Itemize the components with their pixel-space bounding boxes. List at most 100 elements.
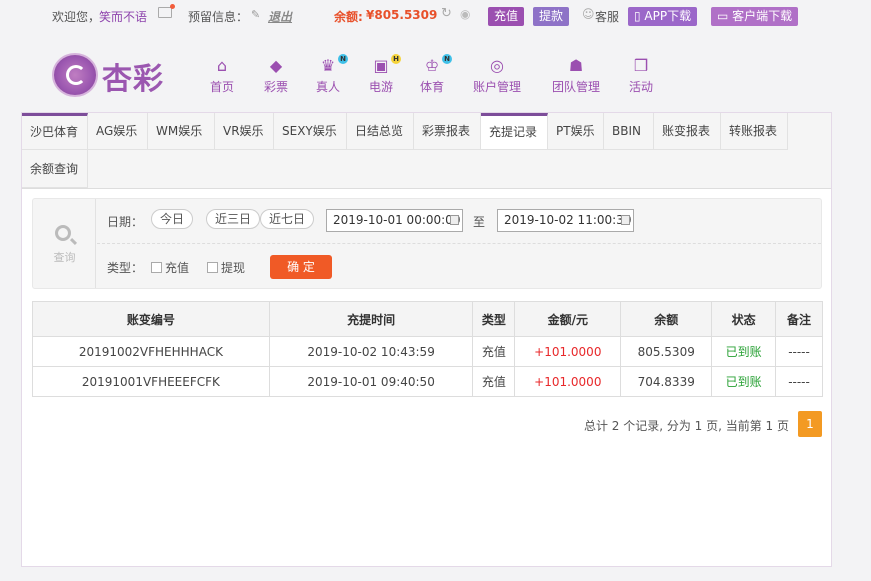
- to-label: 至: [473, 215, 486, 229]
- cell-type: 充值: [472, 336, 516, 367]
- type-filter-row: 类型： 充值 提现 确 定: [97, 245, 821, 288]
- cell-amount: +101.0000: [514, 366, 622, 397]
- app-download-button[interactable]: ▯ APP下载: [628, 7, 698, 26]
- report-panel: 沙巴体育 AG娱乐 WM娱乐 VR娱乐 SEXY娱乐 日结总览 彩票报表 充提记…: [21, 112, 832, 567]
- search-icon: [55, 225, 71, 241]
- app-download-label: APP下载: [644, 9, 692, 23]
- nav-lottery[interactable]: ◆ 彩票: [264, 56, 288, 95]
- table-row: 20191002VFHEHHHACK 2019-10-02 10:43:59 充…: [32, 336, 823, 367]
- cell-status: 已到账: [711, 336, 777, 367]
- cell-status: 已到账: [711, 366, 777, 397]
- home-icon: ⌂: [216, 56, 228, 75]
- tab-sexy[interactable]: SEXY娱乐: [274, 113, 347, 150]
- end-date-value: 2019-10-02 11:00:30: [504, 213, 632, 227]
- pagination-summary: 总计 2 个记录, 分为 1 页, 当前第 1 页: [583, 419, 789, 433]
- nav-sports-label: 体育: [420, 80, 445, 94]
- col-header-status: 状态: [711, 301, 777, 337]
- tab-account-change-report[interactable]: 账变报表: [654, 113, 721, 150]
- deposit-checkbox[interactable]: 充值: [151, 259, 189, 276]
- customer-service-link[interactable]: 客服: [595, 8, 619, 25]
- tab-lottery-report[interactable]: 彩票报表: [414, 113, 481, 150]
- nav-team[interactable]: ☗ 团队管理: [552, 56, 600, 95]
- cell-balance: 704.8339: [620, 366, 713, 397]
- deposit-checkbox-label: 充值: [165, 261, 190, 275]
- phone-icon: ▯: [634, 9, 645, 23]
- monitor-icon: ▭: [717, 9, 733, 23]
- logo-text[interactable]: 杏彩: [102, 54, 164, 98]
- tab-ag[interactable]: AG娱乐: [88, 113, 148, 150]
- live-dealer-icon: ♛ N: [316, 54, 349, 76]
- tab-saba-sports[interactable]: 沙巴体育: [22, 113, 88, 150]
- tab-transfer-report[interactable]: 转账报表: [721, 113, 788, 150]
- table-row: 20191001VFHEEEFCFK 2019-10-01 09:40:50 充…: [32, 366, 823, 397]
- edit-icon[interactable]: ✎: [251, 8, 260, 21]
- tab-vr[interactable]: VR娱乐: [215, 113, 274, 150]
- tab-bbin[interactable]: BBIN: [604, 113, 654, 150]
- hot-badge: H: [391, 54, 402, 64]
- confirm-button[interactable]: 确 定: [270, 255, 332, 279]
- withdraw-button[interactable]: 提款: [533, 7, 570, 26]
- tab-deposit-withdraw-records[interactable]: 充提记录: [481, 113, 548, 150]
- cell-amount: +101.0000: [514, 336, 622, 367]
- logo-icon[interactable]: [52, 53, 98, 97]
- deposit-button[interactable]: 充值: [488, 7, 525, 26]
- nav-home[interactable]: ⌂ 首页: [210, 56, 234, 95]
- last-7-days-button[interactable]: 近七日: [260, 209, 315, 229]
- cell-balance: 805.5309: [620, 336, 713, 367]
- nav-account[interactable]: ◎ 账户管理: [473, 56, 521, 95]
- cell-id: 20191001VFHEEEFCFK: [32, 366, 270, 397]
- nav-team-label: 团队管理: [552, 80, 601, 94]
- refresh-icon[interactable]: ↻: [441, 6, 452, 21]
- lottery-icon: ◆: [269, 56, 283, 75]
- tab-wm[interactable]: WM娱乐: [148, 113, 215, 150]
- team-icon: ☗: [568, 56, 584, 75]
- tab-daily-summary[interactable]: 日结总览: [347, 113, 414, 150]
- nav-home-label: 首页: [210, 80, 235, 94]
- nav-lottery-label: 彩票: [264, 80, 289, 94]
- filter-box: 查询 日期： 今日 近三日 近七日 2019-10-01 00:00:00 至 …: [32, 198, 822, 289]
- logout-link[interactable]: 退出: [268, 8, 292, 25]
- col-header-remark: 备注: [775, 301, 823, 337]
- date-label: 日期：: [107, 215, 144, 229]
- end-date-input[interactable]: 2019-10-02 11:00:30: [497, 209, 634, 232]
- records-table: 账变编号 充提时间 类型 金额/元 余额 状态 备注 20191002VFHEH…: [32, 301, 823, 397]
- hide-balance-icon[interactable]: ◉: [460, 7, 470, 21]
- balance-value: ¥805.5309: [366, 8, 438, 22]
- cell-id: 20191002VFHEHHHACK: [32, 336, 270, 367]
- reserve-info-label: 预留信息：: [188, 10, 249, 24]
- account-icon: ◎: [490, 56, 504, 75]
- page-button-current[interactable]: 1: [798, 411, 822, 437]
- cell-remark: -----: [775, 336, 823, 367]
- gift-icon: ❒: [633, 56, 649, 75]
- last-3-days-button[interactable]: 近三日: [206, 209, 261, 229]
- start-date-input[interactable]: 2019-10-01 00:00:00: [326, 209, 463, 232]
- balance-label: 余额:: [334, 10, 363, 24]
- client-download-button[interactable]: ▭ 客户端下载: [711, 7, 799, 26]
- nav-egame-label: 电游: [369, 80, 394, 94]
- withdraw-checkbox[interactable]: 提现: [207, 259, 245, 276]
- query-button[interactable]: 查询: [33, 199, 96, 288]
- nav-activity-label: 活动: [629, 80, 654, 94]
- nav-live[interactable]: ♛ N 真人: [316, 54, 349, 95]
- username-link[interactable]: 笑而不语: [99, 8, 147, 25]
- start-date-value: 2019-10-01 00:00:00: [333, 213, 461, 227]
- cell-time: 2019-10-01 09:40:50: [268, 366, 474, 397]
- tab-pt[interactable]: PT娱乐: [548, 113, 604, 150]
- top-bar: 欢迎您， 笑而不语 预留信息： ✎ 退出 余额: ¥805.5309 ↻ ◉ 充…: [0, 0, 871, 32]
- nav-activity[interactable]: ❒ 活动: [629, 56, 653, 95]
- calendar-icon[interactable]: [450, 215, 459, 225]
- mail-icon[interactable]: [158, 4, 175, 18]
- today-button[interactable]: 今日: [151, 209, 194, 229]
- tab-balance-query[interactable]: 余额查询: [22, 150, 88, 188]
- type-label: 类型：: [107, 261, 144, 275]
- nav-sports[interactable]: ♔ N 体育: [420, 54, 453, 95]
- col-header-id: 账变编号: [32, 301, 270, 337]
- nav-account-label: 账户管理: [473, 80, 522, 94]
- cell-type: 充值: [472, 366, 516, 397]
- col-header-time: 充提时间: [268, 301, 474, 337]
- nav-egame[interactable]: ▣ H 电游: [369, 54, 402, 95]
- calendar-icon[interactable]: [621, 215, 630, 225]
- query-label: 查询: [53, 251, 76, 264]
- welcome-text: 欢迎您，: [52, 10, 101, 24]
- table-header-row: 账变编号 充提时间 类型 金额/元 余额 状态 备注: [32, 301, 823, 337]
